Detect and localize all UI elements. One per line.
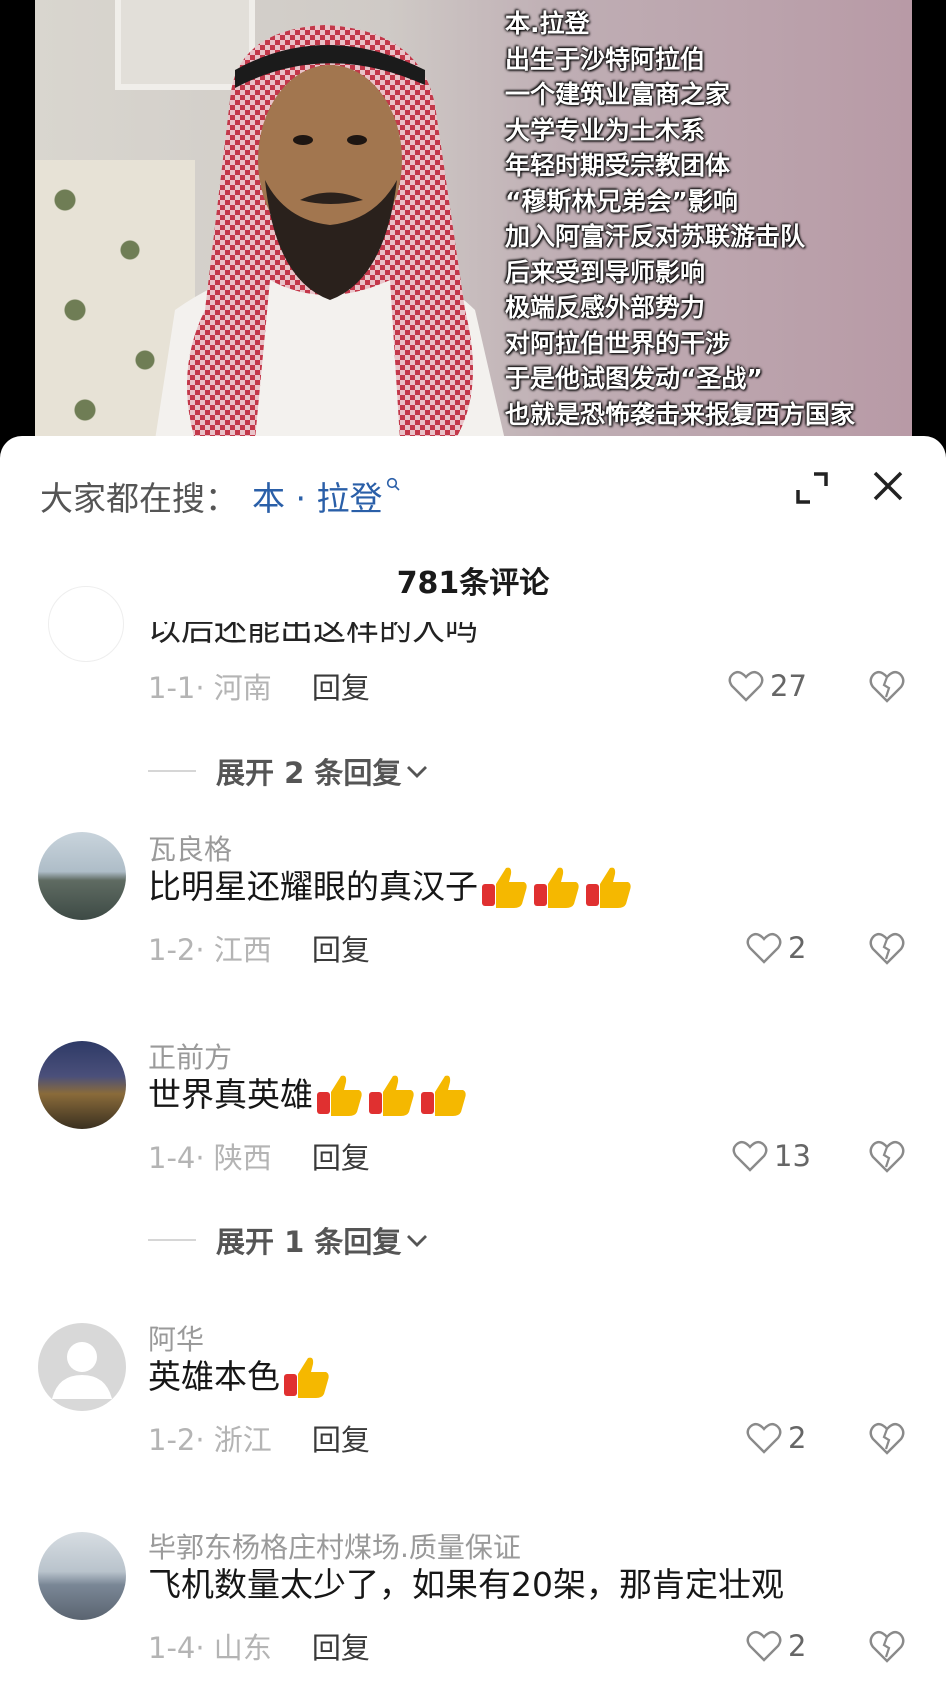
comment-time-location: 1-4· 陕西	[148, 1141, 272, 1175]
avatar[interactable]	[38, 1323, 126, 1411]
username[interactable]: 毕郭东杨格庄村煤场.质量保证	[148, 1530, 521, 1566]
divider	[148, 1239, 196, 1241]
dislike-icon[interactable]	[868, 1137, 906, 1175]
comment-text-partial: 以后还能出这样的人吗	[148, 622, 478, 648]
reply-button[interactable]: 回复	[312, 1135, 370, 1177]
thumbs-up-icon	[586, 867, 631, 908]
comment-meta: 1-4· 陕西 回复	[148, 1136, 370, 1176]
caption-line: 也就是恐怖袭击来报复西方国家	[505, 399, 856, 429]
caption-line: 于是他试图发动“圣战”	[505, 364, 763, 393]
thumbs-up-icon	[534, 867, 579, 908]
comment-meta: 1-4· 山东 回复	[148, 1626, 370, 1666]
dislike-icon[interactable]	[868, 1419, 906, 1457]
caption-line: “穆斯林兄弟会”影响	[505, 186, 738, 216]
comment-sheet: 大家都在搜： 本 · 拉登 781条评论 以后还能出这样的人吗 1-1· 河南 …	[0, 436, 946, 1682]
expand-icon[interactable]	[790, 466, 834, 510]
like-button[interactable]: 2	[746, 1626, 806, 1666]
default-avatar-icon	[52, 1342, 112, 1399]
chevron-down-icon	[407, 1235, 428, 1247]
like-count: 2	[788, 1629, 807, 1663]
caption-line: 年轻时期受宗教团体	[505, 151, 731, 180]
caption-line: 本.拉登	[505, 9, 590, 38]
like-count: 2	[788, 931, 807, 965]
comment-text: 比明星还耀眼的真汉子	[148, 864, 634, 910]
like-button[interactable]: 13	[732, 1136, 811, 1176]
trending-search-term[interactable]: 本 · 拉登	[252, 472, 382, 520]
username[interactable]: 正前方	[148, 1040, 232, 1076]
video-caption: 本.拉登 出生于沙特阿拉伯 一个建筑业富商之家 大学专业为土木系 年轻时期受宗教…	[505, 6, 905, 432]
thumbs-up-icon	[284, 1357, 329, 1398]
caption-line: 对阿拉伯世界的干涉	[505, 328, 731, 358]
username[interactable]: 瓦良格	[148, 832, 232, 868]
username[interactable]: 阿华	[148, 1322, 204, 1358]
comment-meta: 1-1· 河南 回复	[148, 666, 370, 706]
thumbs-up-icon	[482, 867, 527, 908]
chevron-down-icon	[407, 766, 428, 778]
comment-time-location: 1-4· 山东	[148, 1631, 272, 1665]
comment-meta: 1-2· 江西 回复	[148, 928, 370, 968]
heart-icon	[732, 1140, 768, 1172]
trending-search[interactable]: 大家都在搜： 本 · 拉登	[40, 476, 401, 518]
heart-icon	[746, 932, 782, 964]
like-count: 13	[774, 1139, 811, 1173]
reply-button[interactable]: 回复	[312, 927, 370, 969]
thumbs-up-icon	[317, 1075, 362, 1116]
caption-line: 大学专业为土木系	[505, 115, 706, 145]
like-button[interactable]: 2	[746, 928, 806, 968]
heart-icon	[746, 1422, 782, 1454]
comment-time-location: 1-2· 浙江	[148, 1423, 272, 1457]
caption-line: 加入阿富汗反对苏联游击队	[505, 222, 806, 251]
like-button[interactable]: 27	[728, 666, 807, 706]
comment-meta: 1-2· 浙江 回复	[148, 1418, 370, 1458]
comment-text: 英雄本色	[148, 1354, 332, 1400]
avatar[interactable]	[38, 1532, 126, 1620]
trending-search-label: 大家都在搜：	[40, 479, 238, 518]
like-count: 27	[770, 669, 807, 703]
video-frame: 本.拉登 出生于沙特阿拉伯 一个建筑业富商之家 大学专业为土木系 年轻时期受宗教…	[35, 0, 912, 440]
reply-button[interactable]: 回复	[312, 665, 370, 707]
like-button[interactable]: 2	[746, 1418, 806, 1458]
avatar[interactable]	[38, 1041, 126, 1129]
dislike-icon[interactable]	[868, 929, 906, 967]
expand-replies-label: 展开 1 条回复	[216, 1225, 402, 1259]
expand-replies-button[interactable]: 展开 1 条回复	[148, 1220, 429, 1260]
avatar[interactable]	[48, 586, 124, 662]
comment-text: 世界真英雄	[148, 1072, 469, 1118]
video-player[interactable]: 本.拉登 出生于沙特阿拉伯 一个建筑业富商之家 大学专业为土木系 年轻时期受宗教…	[0, 0, 946, 440]
comment-text-body: 比明星还耀眼的真汉子	[148, 867, 478, 906]
comment-text: 飞机数量太少了，如果有20架，那肯定壮观	[148, 1562, 784, 1608]
comment-text-body: 飞机数量太少了，如果有20架，那肯定壮观	[148, 1565, 784, 1604]
caption-line: 后来受到导师影响	[505, 257, 706, 287]
thumbs-up-icon	[369, 1075, 414, 1116]
caption-line: 一个建筑业富商之家	[505, 80, 731, 109]
thumbs-up-icon	[421, 1075, 466, 1116]
expand-replies-label: 展开 2 条回复	[216, 756, 402, 790]
avatar[interactable]	[38, 832, 126, 920]
comment-time-location: 1-2· 江西	[148, 933, 272, 967]
reply-button[interactable]: 回复	[312, 1417, 370, 1459]
comment-text-body: 世界真英雄	[148, 1075, 313, 1114]
caption-line: 出生于沙特阿拉伯	[505, 44, 706, 74]
reply-button[interactable]: 回复	[312, 1625, 370, 1667]
dislike-icon[interactable]	[868, 667, 906, 705]
comment-time-location: 1-1· 河南	[148, 671, 272, 705]
comment-text-body: 英雄本色	[148, 1357, 280, 1396]
close-icon[interactable]	[866, 464, 910, 508]
search-icon	[387, 477, 401, 491]
dislike-icon[interactable]	[868, 1627, 906, 1665]
heart-icon	[728, 670, 764, 702]
caption-line: 极端反感外部势力	[505, 293, 706, 322]
heart-icon	[746, 1630, 782, 1662]
expand-replies-button[interactable]: 展开 2 条回复	[148, 751, 429, 791]
comment-count: 781条评论	[396, 566, 550, 601]
divider	[148, 770, 196, 772]
like-count: 2	[788, 1421, 807, 1455]
person-figure	[155, 25, 505, 440]
